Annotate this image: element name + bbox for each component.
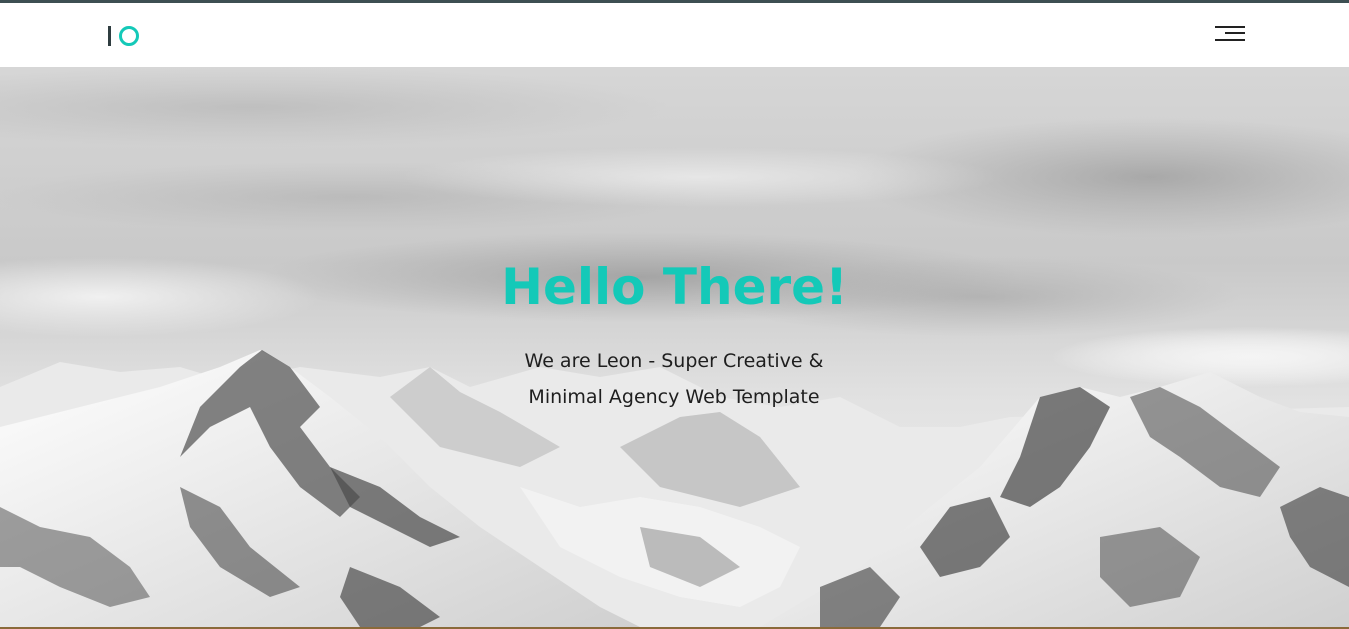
hero-subtitle: We are Leon - Super Creative & Minimal A… [474, 343, 874, 415]
menu-line-middle [1225, 32, 1245, 34]
menu-line-top [1215, 26, 1245, 28]
hero-subtitle-line-2: Minimal Agency Web Template [528, 386, 820, 408]
logo-ring-mark [119, 26, 139, 46]
hero-subtitle-line-1: We are Leon - Super Creative & [524, 350, 824, 372]
hero-section: Hello There! We are Leon - Super Creativ… [0, 67, 1349, 627]
logo[interactable] [106, 24, 142, 48]
menu-line-bottom [1215, 39, 1245, 41]
hero-title: Hello There! [501, 258, 848, 316]
logo-bar-mark [108, 26, 111, 46]
hamburger-menu-icon[interactable] [1213, 25, 1247, 45]
navbar [0, 3, 1349, 67]
